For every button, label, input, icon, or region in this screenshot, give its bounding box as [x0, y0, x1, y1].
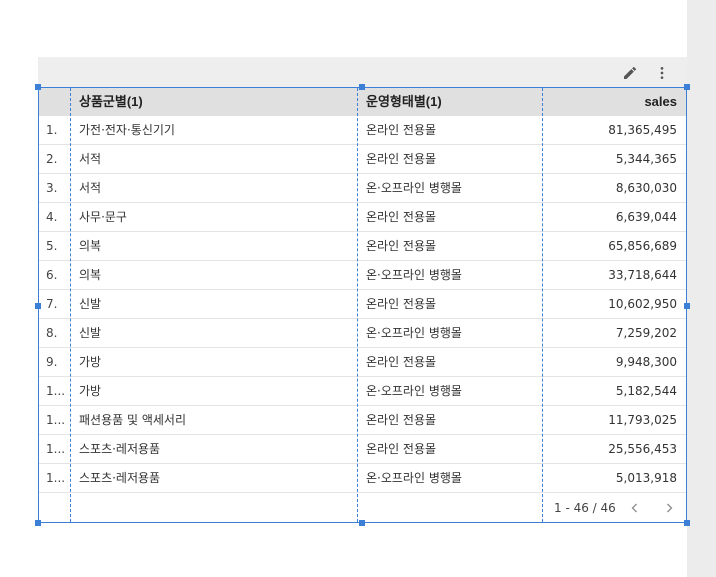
sales-cell: 5,344,365: [615, 152, 677, 166]
table-row[interactable]: 1... 패션용품 및 액세서리 온라인 전용몰 11,793,025: [39, 406, 686, 435]
previous-page-button[interactable]: [626, 499, 644, 517]
sales-cell: 5,013,918: [615, 471, 677, 485]
operation-type-cell: 온·오프라인 병행몰: [366, 268, 462, 282]
operation-type-cell: 온·오프라인 병행몰: [366, 326, 462, 340]
sales-cell: 81,365,495: [608, 123, 677, 137]
sales-cell: 7,259,202: [615, 326, 677, 340]
table-row[interactable]: 8. 신발 온·오프라인 병행몰 7,259,202: [39, 319, 686, 348]
resize-handle[interactable]: [359, 520, 365, 526]
resize-handle[interactable]: [359, 84, 365, 90]
row-index: 8.: [46, 326, 58, 340]
column-header-category[interactable]: 상품군별(1): [79, 88, 143, 116]
operation-type-cell: 온·오프라인 병행몰: [366, 181, 462, 195]
operation-type-cell: 온라인 전용몰: [366, 297, 437, 311]
edit-button[interactable]: [619, 62, 641, 84]
next-page-button[interactable]: [660, 499, 678, 517]
table-row[interactable]: 4. 사무·문구 온라인 전용몰 6,639,044: [39, 203, 686, 232]
table-selection-frame: 상품군별(1) 운영형태별(1) sales 1. 가전·전자·통신기기 온라인 전…: [38, 87, 687, 523]
resize-handle[interactable]: [684, 303, 690, 309]
row-index: 1...: [46, 471, 66, 485]
table-row[interactable]: 7. 신발 온라인 전용몰 10,602,950: [39, 290, 686, 319]
operation-type-cell: 온라인 전용몰: [366, 442, 437, 456]
row-index: 7.: [46, 297, 58, 311]
chevron-right-icon: [667, 503, 673, 513]
column-header-sales[interactable]: sales: [644, 88, 677, 116]
row-index: 1...: [46, 442, 66, 456]
chart-toolbar: [38, 57, 687, 87]
column-header-operation-type[interactable]: 운영형태별(1): [366, 88, 442, 116]
resize-handle[interactable]: [684, 520, 690, 526]
resize-handle[interactable]: [35, 303, 41, 309]
table-row[interactable]: 3. 서적 온·오프라인 병행몰 8,630,030: [39, 174, 686, 203]
category-cell: 스포츠·레저용품: [79, 442, 161, 456]
sales-cell: 6,639,044: [615, 210, 677, 224]
operation-type-cell: 온라인 전용몰: [366, 210, 437, 224]
sales-cell: 33,718,644: [608, 268, 677, 282]
pagination-bar: 1 - 46 / 46: [39, 494, 686, 522]
category-cell: 패션용품 및 액세서리: [79, 413, 186, 427]
row-index: 9.: [46, 355, 58, 369]
category-cell: 가방: [79, 384, 102, 398]
row-index: 1...: [46, 413, 66, 427]
table-chart[interactable]: 상품군별(1) 운영형태별(1) sales 1. 가전·전자·통신기기 온라인 전…: [35, 57, 690, 526]
pagination-label: 1 - 46 / 46: [554, 501, 616, 515]
operation-type-cell: 온라인 전용몰: [366, 152, 437, 166]
more-options-button[interactable]: [651, 62, 673, 84]
category-cell: 가전·전자·통신기기: [79, 123, 175, 137]
operation-type-cell: 온라인 전용몰: [366, 413, 437, 427]
resize-handle[interactable]: [35, 84, 41, 90]
resize-handle[interactable]: [35, 520, 41, 526]
table-row[interactable]: 5. 의복 온라인 전용몰 65,856,689: [39, 232, 686, 261]
table-row[interactable]: 1... 스포츠·레저용품 온라인 전용몰 25,556,453: [39, 435, 686, 464]
operation-type-cell: 온·오프라인 병행몰: [366, 471, 462, 485]
pencil-icon: [624, 66, 637, 79]
table-row[interactable]: 2. 서적 온라인 전용몰 5,344,365: [39, 145, 686, 174]
more-vert-icon: [660, 67, 664, 79]
sales-cell: 65,856,689: [608, 239, 677, 253]
category-cell: 서적: [79, 152, 102, 166]
table-row[interactable]: 9. 가방 온라인 전용몰 9,948,300: [39, 348, 686, 377]
canvas-scroll-area: [687, 0, 716, 577]
table-row[interactable]: 1. 가전·전자·통신기기 온라인 전용몰 81,365,495: [39, 116, 686, 145]
row-index: 2.: [46, 152, 58, 166]
category-cell: 스포츠·레저용품: [79, 471, 161, 485]
sales-cell: 10,602,950: [608, 297, 677, 311]
category-cell: 사무·문구: [79, 210, 127, 224]
table-row[interactable]: 1... 스포츠·레저용품 온·오프라인 병행몰 5,013,918: [39, 464, 686, 493]
row-index: 1.: [46, 123, 58, 137]
sales-cell: 11,793,025: [608, 413, 677, 427]
row-index: 1...: [46, 384, 66, 398]
category-cell: 의복: [79, 239, 102, 253]
category-cell: 가방: [79, 355, 102, 369]
column-divider[interactable]: [357, 88, 358, 522]
resize-handle[interactable]: [684, 84, 690, 90]
table-row[interactable]: 1... 가방 온·오프라인 병행몰 5,182,544: [39, 377, 686, 406]
column-divider[interactable]: [70, 88, 71, 522]
category-cell: 신발: [79, 297, 102, 311]
chevron-left-icon: [631, 503, 637, 513]
operation-type-cell: 온·오프라인 병행몰: [366, 384, 462, 398]
operation-type-cell: 온라인 전용몰: [366, 123, 437, 137]
table-header: 상품군별(1) 운영형태별(1) sales: [39, 88, 686, 116]
operation-type-cell: 온라인 전용몰: [366, 355, 437, 369]
category-cell: 서적: [79, 181, 102, 195]
sales-cell: 5,182,544: [615, 384, 677, 398]
column-divider[interactable]: [542, 88, 543, 522]
row-index: 3.: [46, 181, 58, 195]
operation-type-cell: 온라인 전용몰: [366, 239, 437, 253]
sales-cell: 25,556,453: [608, 442, 677, 456]
category-cell: 의복: [79, 268, 102, 282]
row-index: 4.: [46, 210, 58, 224]
row-index: 6.: [46, 268, 58, 282]
sales-cell: 8,630,030: [615, 181, 677, 195]
table-row[interactable]: 6. 의복 온·오프라인 병행몰 33,718,644: [39, 261, 686, 290]
sales-cell: 9,948,300: [615, 355, 677, 369]
category-cell: 신발: [79, 326, 102, 340]
row-index: 5.: [46, 239, 58, 253]
